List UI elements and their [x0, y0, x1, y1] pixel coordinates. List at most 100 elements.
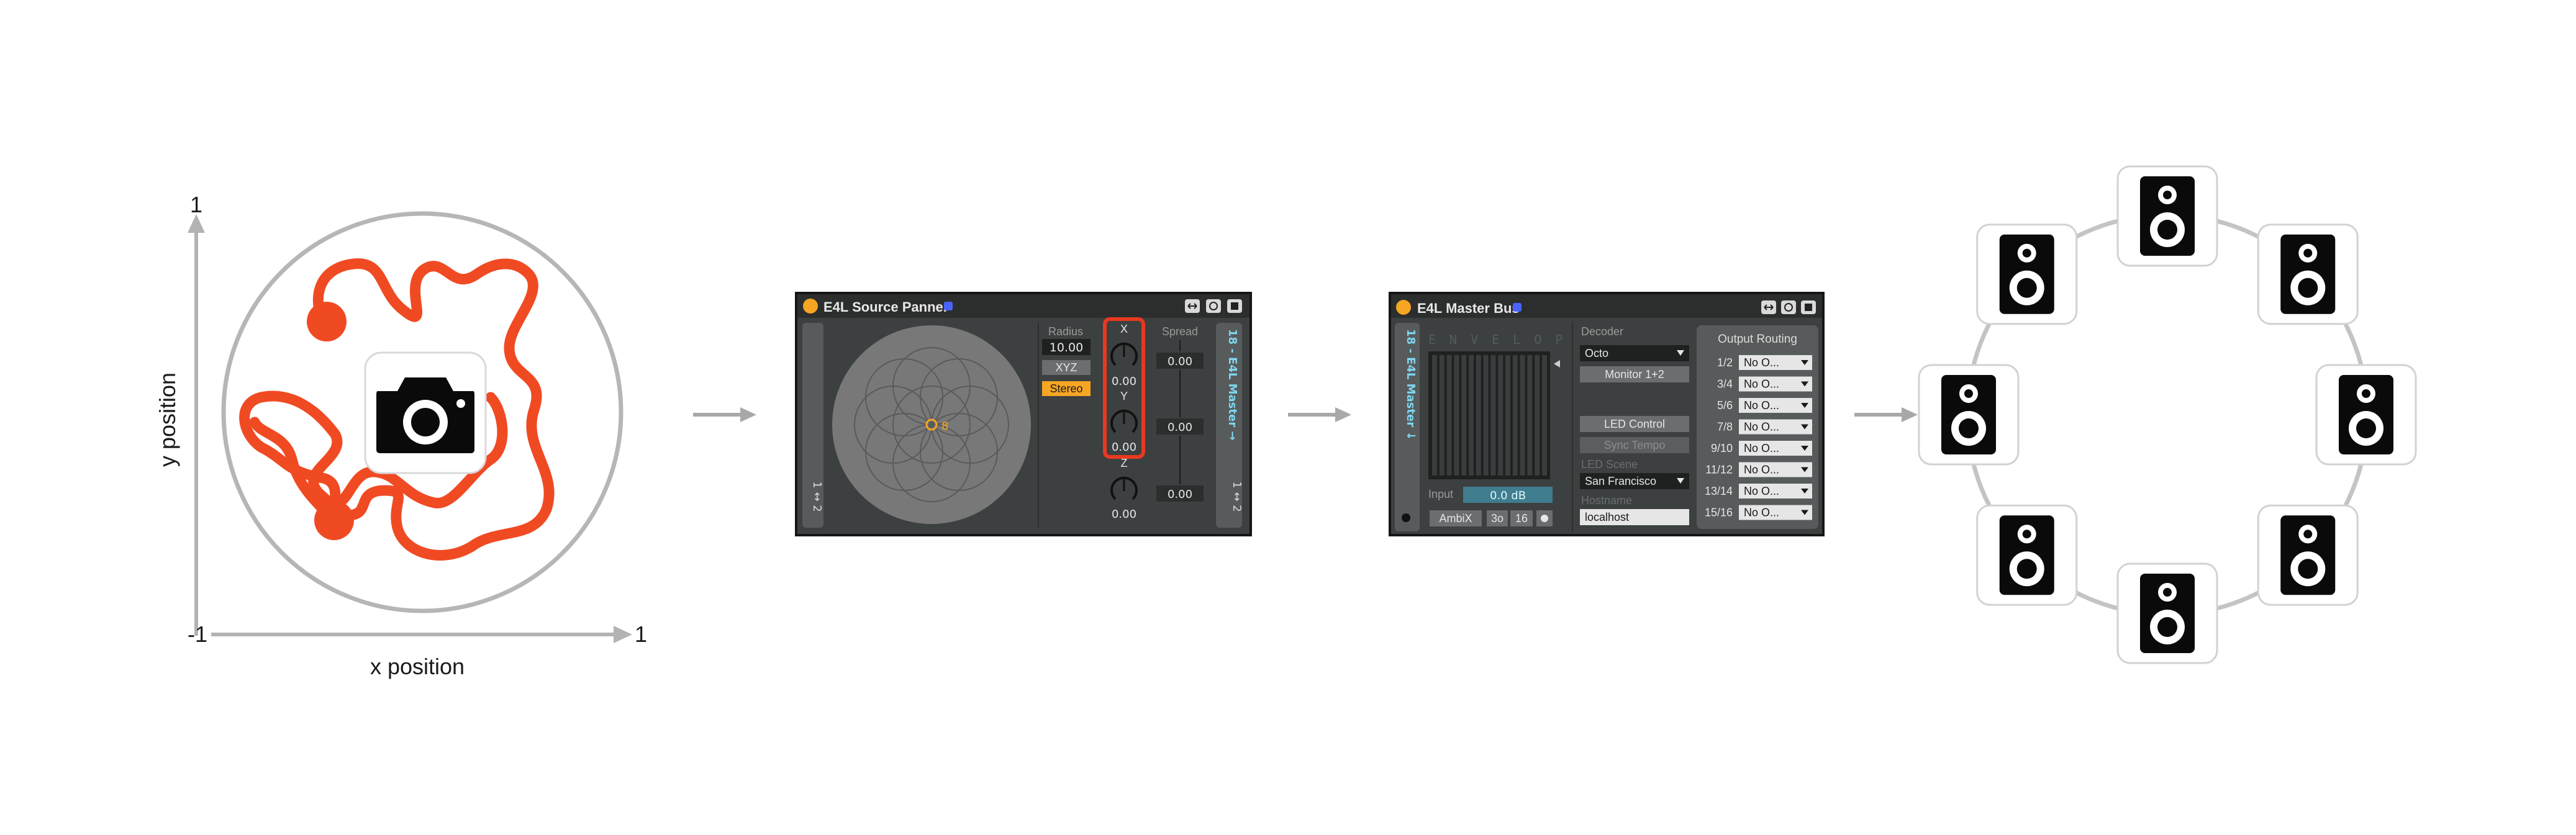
- led-scene-label: LED Scene: [1581, 458, 1638, 471]
- meter-bar: [1469, 355, 1474, 476]
- meter-bar: [1490, 355, 1496, 476]
- meter-bar: [1498, 355, 1503, 476]
- meter-bar: [1439, 355, 1444, 476]
- output-routing-label: Output Routing: [1718, 333, 1797, 346]
- meter-bar: [1483, 355, 1489, 476]
- monitor-button-label: Monitor 1+2: [1605, 368, 1664, 381]
- routing-select-value: No O...: [1744, 507, 1779, 519]
- flow-arrow-3: [1854, 407, 1918, 422]
- routing-row: 11/12 No O...: [1705, 462, 1812, 477]
- y-top-tick: 1: [190, 192, 202, 217]
- routing-pair-label: 13/14: [1705, 485, 1733, 497]
- master-refresh-icon[interactable]: [1781, 300, 1796, 314]
- record-dot-icon: [1541, 515, 1548, 522]
- speaker-icon: [2257, 223, 2359, 325]
- input-gain-value: 0.0 dB: [1490, 489, 1526, 502]
- meter-bar: [1520, 355, 1525, 476]
- speaker-icon: [2116, 165, 2218, 267]
- speaker-icon: [2116, 562, 2218, 664]
- master-level-meters: [1428, 351, 1550, 479]
- meter-bar: [1505, 355, 1510, 476]
- master-save-icon[interactable]: [1801, 300, 1816, 314]
- device-power-icon[interactable]: [803, 299, 818, 314]
- routing-pair-label: 11/12: [1705, 464, 1733, 476]
- speaker-icon: [1918, 364, 2020, 466]
- z-knob-value: 0.00: [1112, 508, 1136, 521]
- envelop-logo: ENVELOP: [1428, 332, 1576, 347]
- flow-arrow-1: [693, 407, 756, 422]
- routing-pair-label: 15/16: [1705, 507, 1733, 519]
- spread-label: Spread: [1162, 325, 1198, 338]
- spread-x-value: 0.00: [1168, 355, 1192, 368]
- panner-status-indicator: [944, 302, 953, 310]
- flow-arrow-2: [1288, 407, 1351, 422]
- routing-select-value: No O...: [1744, 485, 1779, 497]
- master-strip-dot: [1402, 513, 1410, 522]
- speaker-icon: [2257, 504, 2359, 606]
- x-right-tick: 1: [635, 621, 647, 647]
- routing-row: 3/4 No O...: [1717, 376, 1812, 392]
- routing-select-value: No O...: [1744, 442, 1779, 454]
- routing-row: 7/8 No O...: [1717, 419, 1812, 435]
- meter-bar: [1454, 355, 1459, 476]
- led-control-label: LED Control: [1604, 418, 1665, 430]
- speaker-icon: [2315, 364, 2417, 466]
- x-knob-value: 0.00: [1112, 375, 1136, 388]
- routing-pair-label: 1/2: [1717, 356, 1733, 369]
- routing-select-value: No O...: [1744, 421, 1779, 433]
- signal-flow-diagram: 1 y position -1 1 x position E4L Source …: [155, 165, 2417, 679]
- routing-select-value: No O...: [1744, 464, 1779, 476]
- master-power-icon[interactable]: [1396, 300, 1411, 315]
- stereo-button-label: Stereo: [1050, 382, 1082, 395]
- routing-pair-label: 5/6: [1717, 399, 1733, 412]
- master-input-label: 18 - E4L Master ↓: [1404, 329, 1417, 440]
- speaker-icon: [1976, 223, 2078, 325]
- scene-value: San Francisco: [1585, 475, 1656, 487]
- routing-row: 1/2 No O...: [1717, 355, 1812, 370]
- master-status-indicator: [1513, 303, 1522, 312]
- spread-y-value: 0.00: [1168, 421, 1192, 434]
- routing-pair-label: 9/10: [1711, 442, 1733, 454]
- routing-row: 5/6 No O...: [1717, 398, 1812, 413]
- meter-bar: [1527, 355, 1533, 476]
- meter-bar: [1432, 355, 1437, 476]
- channel-count-value: 16: [1515, 512, 1528, 525]
- routing-select-value: No O...: [1744, 356, 1779, 369]
- routing-select-value: No O...: [1744, 399, 1779, 412]
- master-bus-device: E4L Master Bus 18 - E4L Master ↓ ENVELOP…: [1389, 292, 1825, 536]
- ambix-button-label: AmbiX: [1439, 512, 1472, 525]
- panner-save-icon[interactable]: [1227, 299, 1242, 313]
- meter-bar: [1476, 355, 1481, 476]
- panner-expand-icon[interactable]: [1185, 299, 1200, 313]
- hostname-value: localhost: [1585, 511, 1629, 523]
- hostname-label: Hostname: [1581, 494, 1632, 507]
- panner-source-marker-label: 8: [941, 420, 948, 433]
- panner-output-channels: 1 ↔ 2: [1230, 481, 1243, 512]
- speaker-ring: [1918, 165, 2417, 664]
- panner-refresh-icon[interactable]: [1206, 299, 1221, 313]
- x-axis-arrowhead: [614, 626, 632, 643]
- panner-left-strip-label: 1 ↔ 2: [810, 481, 823, 512]
- speaker-icon: [1976, 504, 2078, 606]
- routing-row: 9/10 No O...: [1711, 441, 1812, 456]
- sync-tempo-label: Sync Tempo: [1604, 439, 1666, 451]
- decoder-value: Octo: [1585, 347, 1608, 359]
- y-axis-label: y position: [155, 372, 180, 467]
- radius-label: Radius: [1048, 325, 1083, 338]
- x-axis-label: x position: [370, 654, 465, 679]
- routing-pair-label: 3/4: [1717, 378, 1733, 390]
- xyz-button-label: XYZ: [1055, 361, 1077, 374]
- routing-row: 15/16 No O...: [1705, 505, 1812, 520]
- meter-bar: [1446, 355, 1452, 476]
- y-knob-label: Y: [1120, 390, 1128, 402]
- order-value: 3o: [1491, 512, 1503, 525]
- meter-bar: [1461, 355, 1467, 476]
- input-label: Input: [1428, 488, 1453, 500]
- panner-output-label: 18 - E4L Master →: [1226, 329, 1239, 440]
- routing-select-value: No O...: [1744, 378, 1779, 390]
- z-knob-label: Z: [1121, 457, 1128, 469]
- decoder-label: Decoder: [1581, 325, 1623, 338]
- master-expand-icon[interactable]: [1761, 300, 1776, 314]
- panner-title: E4L Source Panner: [823, 299, 949, 315]
- master-title: E4L Master Bus: [1417, 300, 1520, 316]
